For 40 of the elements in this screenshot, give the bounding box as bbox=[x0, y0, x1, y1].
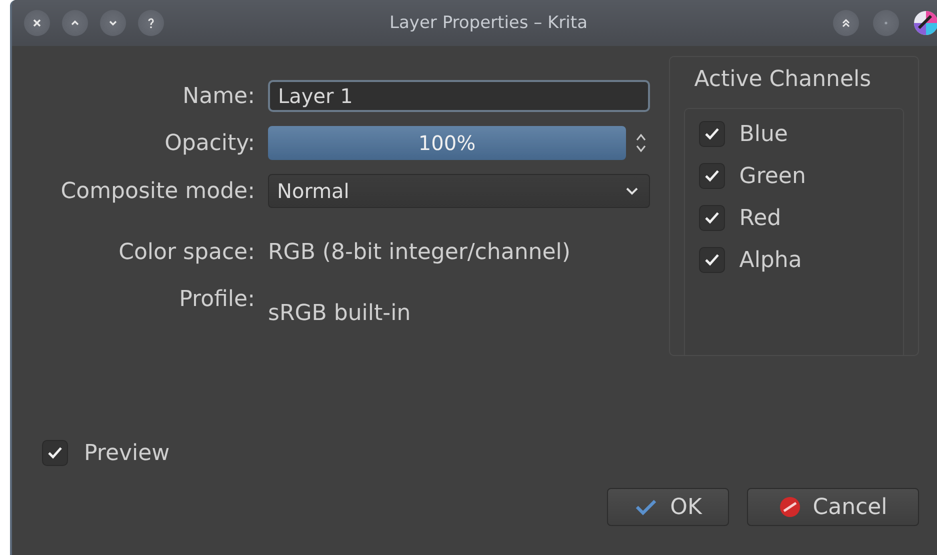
color-space-label: Color space: bbox=[118, 240, 255, 265]
name-label: Name: bbox=[182, 84, 255, 108]
opacity-label: Opacity: bbox=[164, 130, 255, 156]
chevron-down-icon bbox=[625, 186, 639, 196]
checkbox-label: Preview bbox=[84, 440, 170, 466]
help-icon[interactable] bbox=[138, 10, 164, 36]
ok-button[interactable]: OK bbox=[607, 488, 729, 526]
checkbox-label: Green bbox=[739, 164, 806, 188]
checkbox[interactable] bbox=[699, 121, 726, 147]
profile-label: Profile: bbox=[178, 287, 255, 312]
checkbox-label: Red bbox=[739, 206, 782, 230]
opacity-slider[interactable]: 100% bbox=[268, 126, 626, 160]
name-field[interactable]: Layer 1 bbox=[268, 80, 650, 112]
cancel-button[interactable]: Cancel bbox=[747, 488, 919, 526]
checkbox[interactable] bbox=[699, 205, 726, 231]
color-space-value: RGB (8-bit integer/channel) bbox=[268, 240, 572, 265]
double-chevron-up-icon[interactable] bbox=[833, 10, 859, 36]
close-icon[interactable] bbox=[24, 10, 50, 36]
composite-mode-label: Composite mode: bbox=[60, 178, 255, 204]
checkmark-icon bbox=[704, 127, 720, 141]
composite-mode-dropdown[interactable]: Normal bbox=[268, 174, 650, 208]
group-title: Active Channels bbox=[694, 67, 872, 92]
opacity-value: 100% bbox=[418, 131, 476, 155]
checkmark-icon bbox=[634, 498, 658, 516]
checkbox[interactable] bbox=[42, 440, 68, 466]
window-title: Layer Properties – Krita bbox=[388, 13, 588, 33]
checkmark-icon bbox=[704, 211, 720, 225]
dot-icon[interactable] bbox=[873, 10, 899, 36]
checkbox[interactable] bbox=[699, 247, 726, 273]
checkmark-icon bbox=[704, 253, 720, 267]
app-icon bbox=[913, 10, 937, 36]
checkmark-icon bbox=[704, 169, 720, 183]
chevron-down-icon[interactable] bbox=[100, 10, 126, 36]
profile-value: sRGB built-in bbox=[268, 301, 412, 326]
checkmark-icon bbox=[47, 446, 63, 460]
checkbox-label: Blue bbox=[739, 122, 788, 146]
checkbox-label: Alpha bbox=[739, 248, 802, 272]
cancel-icon bbox=[778, 496, 801, 518]
checkbox[interactable] bbox=[699, 163, 726, 189]
chevron-up-icon[interactable] bbox=[62, 10, 88, 36]
